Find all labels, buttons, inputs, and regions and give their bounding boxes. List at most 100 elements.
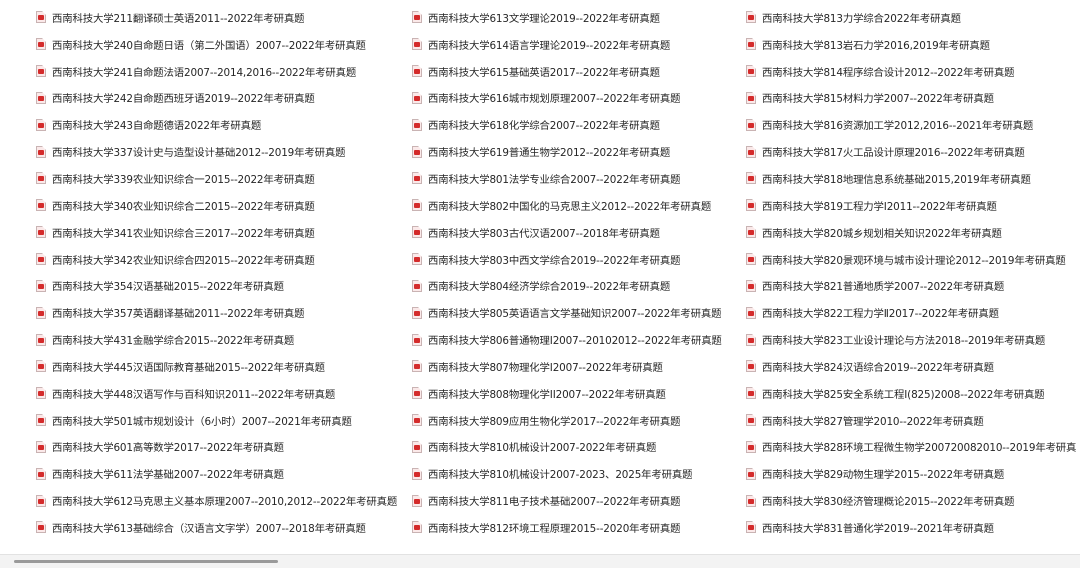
file-item[interactable]: 西南科技大学614语言学理论2019--2022年考研真题 <box>412 31 742 58</box>
file-item[interactable]: 西南科技大学827管理学2010--2022年考研真题 <box>746 407 1076 434</box>
file-item[interactable]: 西南科技大学448汉语写作与百科知识2011--2022年考研真题 <box>36 380 406 407</box>
file-name: 西南科技大学810机械设计2007-2023、2025年考研真题 <box>428 469 693 482</box>
file-item[interactable]: 西南科技大学618化学综合2007--2022年考研真题 <box>412 111 742 138</box>
pdf-file-icon <box>36 306 46 319</box>
file-item[interactable]: 西南科技大学354汉语基础2015--2022年考研真题 <box>36 272 406 299</box>
horizontal-scrollbar[interactable] <box>0 554 1080 568</box>
file-item[interactable]: 西南科技大学805英语语言文学基础知识2007--2022年考研真题 <box>412 299 742 326</box>
file-item[interactable]: 西南科技大学809应用生物化学2017--2022年考研真题 <box>412 407 742 434</box>
pdf-file-icon <box>36 226 46 239</box>
file-item[interactable]: 西南科技大学806普通物理Ⅰ2007--20102012--2022年考研真题 <box>412 326 742 353</box>
file-item[interactable]: 西南科技大学815材料力学2007--2022年考研真题 <box>746 85 1076 112</box>
file-item[interactable]: 西南科技大学820城乡规划相关知识2022年考研真题 <box>746 219 1076 246</box>
file-item[interactable]: 西南科技大学821普通地质学2007--2022年考研真题 <box>746 272 1076 299</box>
pdf-file-icon <box>412 333 422 346</box>
file-name: 西南科技大学821普通地质学2007--2022年考研真题 <box>762 281 1005 294</box>
pdf-file-icon <box>412 118 422 131</box>
pdf-file-icon <box>36 199 46 212</box>
file-item[interactable]: 西南科技大学825安全系统工程Ⅰ(825)2008--2022年考研真题 <box>746 380 1076 407</box>
file-item[interactable]: 西南科技大学813力学综合2022年考研真题 <box>746 4 1076 31</box>
file-item[interactable]: 西南科技大学811电子技术基础2007--2022年考研真题 <box>412 487 742 514</box>
pdf-file-icon <box>412 521 422 534</box>
file-item[interactable]: 西南科技大学808物理化学II2007--2022年考研真题 <box>412 380 742 407</box>
file-item[interactable]: 西南科技大学829动物生理学2015--2022年考研真题 <box>746 460 1076 487</box>
file-name: 西南科技大学802中国化的马克思主义2012--2022年考研真题 <box>428 200 712 213</box>
file-name: 西南科技大学816资源加工学2012,2016--2021年考研真题 <box>762 120 1034 133</box>
file-item[interactable]: 西南科技大学813岩石力学2016,2019年考研真题 <box>746 31 1076 58</box>
file-item[interactable]: 西南科技大学820景观环境与城市设计理论2012--2019年考研真题 <box>746 246 1076 273</box>
file-item[interactable]: 西南科技大学431金融学综合2015--2022年考研真题 <box>36 326 406 353</box>
file-item[interactable]: 西南科技大学613文学理论2019--2022年考研真题 <box>412 4 742 31</box>
file-item[interactable]: 西南科技大学612马克思主义基本原理2007--2010,2012--2022年… <box>36 487 406 514</box>
file-item[interactable]: 西南科技大学830经济管理概论2015--2022年考研真题 <box>746 487 1076 514</box>
pdf-file-icon <box>746 145 756 158</box>
file-item[interactable]: 西南科技大学337设计史与造型设计基础2012--2019年考研真题 <box>36 138 406 165</box>
file-item[interactable]: 西南科技大学822工程力学Ⅱ2017--2022年考研真题 <box>746 299 1076 326</box>
file-item[interactable]: 西南科技大学823工业设计理论与方法2018--2019年考研真题 <box>746 326 1076 353</box>
file-item[interactable]: 西南科技大学807物理化学I2007--2022年考研真题 <box>412 353 742 380</box>
file-item[interactable]: 西南科技大学611法学基础2007--2022年考研真题 <box>36 460 406 487</box>
pdf-file-icon <box>746 306 756 319</box>
pdf-file-icon <box>746 521 756 534</box>
file-name: 西南科技大学241自命题法语2007--2014,2016--2022年考研真题 <box>52 66 357 79</box>
file-item[interactable]: 西南科技大学445汉语国际教育基础2015--2022年考研真题 <box>36 353 406 380</box>
pdf-file-icon <box>36 91 46 104</box>
file-item[interactable]: 西南科技大学342农业知识综合四2015--2022年考研真题 <box>36 246 406 273</box>
file-item[interactable]: 西南科技大学810机械设计2007-2022年考研真题 <box>412 434 742 461</box>
file-item[interactable]: 西南科技大学817火工品设计原理2016--2022年考研真题 <box>746 138 1076 165</box>
file-item[interactable]: 西南科技大学241自命题法语2007--2014,2016--2022年考研真题 <box>36 58 406 85</box>
file-item[interactable]: 西南科技大学816资源加工学2012,2016--2021年考研真题 <box>746 111 1076 138</box>
file-item[interactable]: 西南科技大学615基础英语2017--2022年考研真题 <box>412 58 742 85</box>
pdf-file-icon <box>746 199 756 212</box>
file-name: 西南科技大学619普通生物学2012--2022年考研真题 <box>428 147 671 160</box>
pdf-file-icon <box>746 65 756 78</box>
pdf-file-icon <box>412 306 422 319</box>
file-item[interactable]: 西南科技大学818地理信息系统基础2015,2019年考研真题 <box>746 165 1076 192</box>
pdf-file-icon <box>36 38 46 51</box>
file-name: 西南科技大学616城市规划原理2007--2022年考研真题 <box>428 93 681 106</box>
file-item[interactable]: 西南科技大学357英语翻译基础2011--2022年考研真题 <box>36 299 406 326</box>
file-item[interactable]: 西南科技大学812环境工程原理2015--2020年考研真题 <box>412 514 742 541</box>
file-item[interactable]: 西南科技大学804经济学综合2019--2022年考研真题 <box>412 272 742 299</box>
file-item[interactable]: 西南科技大学616城市规划原理2007--2022年考研真题 <box>412 85 742 112</box>
file-item[interactable]: 西南科技大学211翻译硕士英语2011--2022年考研真题 <box>36 4 406 31</box>
file-item[interactable]: 西南科技大学340农业知识综合二2015--2022年考研真题 <box>36 192 406 219</box>
pdf-file-icon <box>36 467 46 480</box>
file-item[interactable]: 西南科技大学828环境工程微生物学200720082010--2019年考研真题 <box>746 434 1076 461</box>
file-name: 西南科技大学357英语翻译基础2011--2022年考研真题 <box>52 308 305 321</box>
file-item[interactable]: 西南科技大学831普通化学2019--2021年考研真题 <box>746 514 1076 541</box>
file-item[interactable]: 西南科技大学341农业知识综合三2017--2022年考研真题 <box>36 219 406 246</box>
file-item[interactable]: 西南科技大学802中国化的马克思主义2012--2022年考研真题 <box>412 192 742 219</box>
pdf-file-icon <box>746 253 756 266</box>
file-name: 西南科技大学501城市规划设计（6小时）2007--2021年考研真题 <box>52 415 352 428</box>
file-name: 西南科技大学815材料力学2007--2022年考研真题 <box>762 93 994 106</box>
file-name: 西南科技大学822工程力学Ⅱ2017--2022年考研真题 <box>762 308 999 321</box>
pdf-file-icon <box>412 440 422 453</box>
pdf-file-icon <box>36 333 46 346</box>
file-name: 西南科技大学820城乡规划相关知识2022年考研真题 <box>762 227 1002 240</box>
file-item[interactable]: 西南科技大学619普通生物学2012--2022年考研真题 <box>412 138 742 165</box>
file-item[interactable]: 西南科技大学803中西文学综合2019--2022年考研真题 <box>412 246 742 273</box>
file-item[interactable]: 西南科技大学819工程力学Ⅰ2011--2022年考研真题 <box>746 192 1076 219</box>
file-item[interactable]: 西南科技大学339农业知识综合一2015--2022年考研真题 <box>36 165 406 192</box>
file-item[interactable]: 西南科技大学613基础综合（汉语言文字学）2007--2018年考研真题 <box>36 514 406 541</box>
pdf-file-icon <box>412 172 422 185</box>
file-item[interactable]: 西南科技大学601高等数学2017--2022年考研真题 <box>36 434 406 461</box>
scrollbar-thumb[interactable] <box>14 560 278 563</box>
file-item[interactable]: 西南科技大学243自命题德语2022年考研真题 <box>36 111 406 138</box>
file-item[interactable]: 西南科技大学814程序综合设计2012--2022年考研真题 <box>746 58 1076 85</box>
file-name: 西南科技大学601高等数学2017--2022年考研真题 <box>52 442 284 455</box>
file-item[interactable]: 西南科技大学810机械设计2007-2023、2025年考研真题 <box>412 460 742 487</box>
file-item[interactable]: 西南科技大学801法学专业综合2007--2022年考研真题 <box>412 165 742 192</box>
file-item[interactable]: 西南科技大学240自命题日语（第二外国语）2007--2022年考研真题 <box>36 31 406 58</box>
file-listing-window: 西南科技大学211翻译硕士英语2011--2022年考研真题 西南科技大学240自… <box>0 0 1080 568</box>
file-name: 西南科技大学830经济管理概论2015--2022年考研真题 <box>762 496 1015 509</box>
file-name: 西南科技大学805英语语言文学基础知识2007--2022年考研真题 <box>428 308 722 321</box>
file-item[interactable]: 西南科技大学824汉语综合2019--2022年考研真题 <box>746 353 1076 380</box>
file-item[interactable]: 西南科技大学242自命题西班牙语2019--2022年考研真题 <box>36 85 406 112</box>
file-item[interactable]: 西南科技大学803古代汉语2007--2018年考研真题 <box>412 219 742 246</box>
file-item[interactable]: 西南科技大学501城市规划设计（6小时）2007--2021年考研真题 <box>36 407 406 434</box>
pdf-file-icon <box>746 11 756 24</box>
file-name: 西南科技大学813岩石力学2016,2019年考研真题 <box>762 39 990 52</box>
pdf-file-icon <box>36 440 46 453</box>
